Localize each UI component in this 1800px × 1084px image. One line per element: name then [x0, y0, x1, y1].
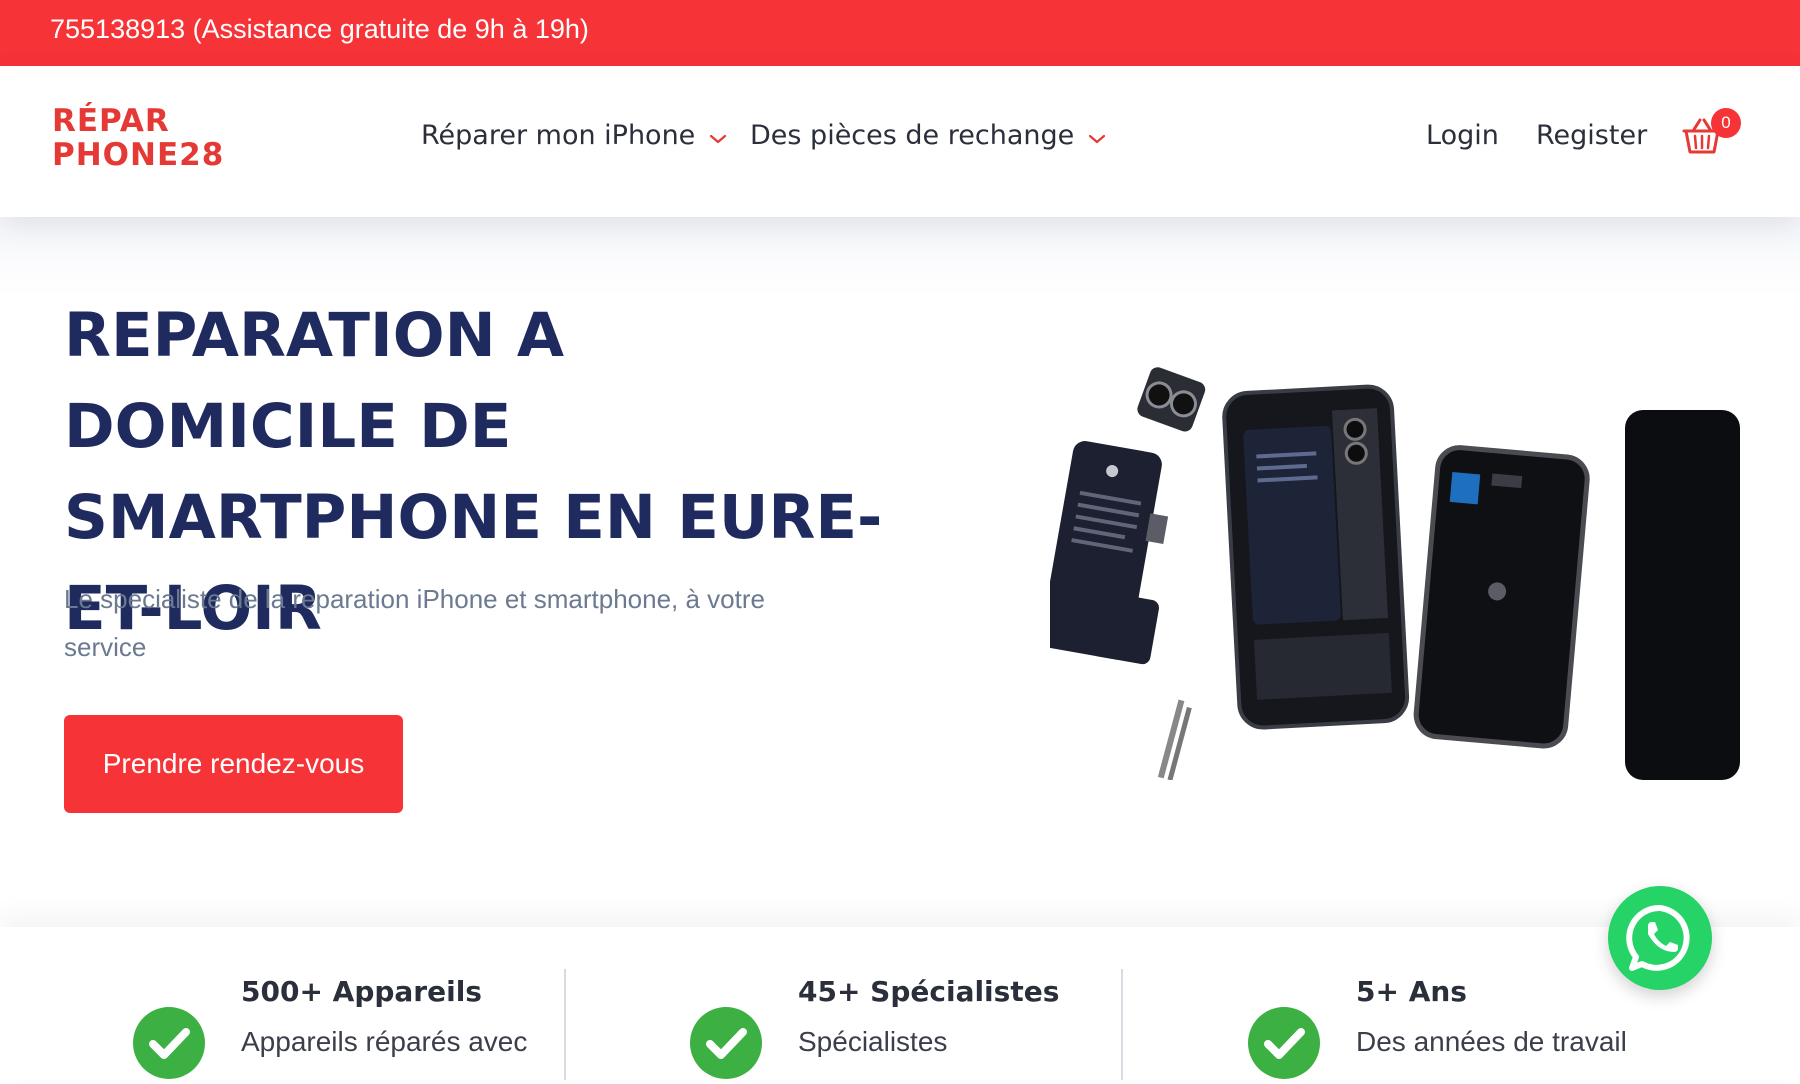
login-link[interactable]: Login	[1426, 116, 1499, 156]
site-logo[interactable]: RÉPAR PHONE28	[52, 104, 224, 172]
nav-spare-parts[interactable]: Des pièces de rechange	[750, 116, 1106, 156]
site-header: RÉPAR PHONE28 Réparer mon iPhone Des piè…	[0, 66, 1800, 217]
stat-description: Appareils réparés avec	[241, 1026, 528, 1057]
chevron-down-icon	[709, 117, 727, 157]
disassembled-iphone-image	[1040, 355, 1740, 781]
check-circle-icon	[1248, 1007, 1320, 1079]
chevron-down-icon	[1088, 117, 1106, 157]
stat-description: Des années de travail	[1356, 1026, 1627, 1057]
nav-spare-parts-label: Des pièces de rechange	[750, 120, 1075, 151]
nav-repair-iphone-label: Réparer mon iPhone	[421, 120, 696, 151]
cart-count-badge: 0	[1711, 108, 1741, 138]
hero-subtitle: Le specialiste de la reparation iPhone e…	[64, 584, 765, 662]
register-link[interactable]: Register	[1536, 116, 1647, 156]
divider	[1121, 969, 1123, 1080]
divider	[564, 969, 566, 1080]
support-phone-text: 755138913 (Assistance gratuite de 9h à 1…	[50, 14, 589, 44]
logo-line-1: RÉPAR	[52, 103, 170, 139]
nav-repair-iphone[interactable]: Réparer mon iPhone	[421, 116, 727, 156]
stats-section: 500+ Appareils Appareils réparés avec 45…	[0, 927, 1800, 1080]
whatsapp-icon	[1626, 904, 1690, 971]
stat-title: 5+ Ans	[1356, 975, 1467, 1008]
stat-title: 500+ Appareils	[241, 975, 482, 1008]
whatsapp-chat-button[interactable]	[1608, 886, 1712, 990]
logo-line-2: PHONE28	[52, 137, 225, 173]
stat-description: Spécialistes	[798, 1026, 948, 1057]
check-circle-icon	[133, 1007, 205, 1079]
top-announcement-bar: 755138913 (Assistance gratuite de 9h à 1…	[0, 0, 1800, 66]
stat-title: 45+ Spécialistes	[798, 975, 1060, 1008]
check-circle-icon	[690, 1007, 762, 1079]
book-appointment-button[interactable]: Prendre rendez-vous	[64, 715, 403, 813]
